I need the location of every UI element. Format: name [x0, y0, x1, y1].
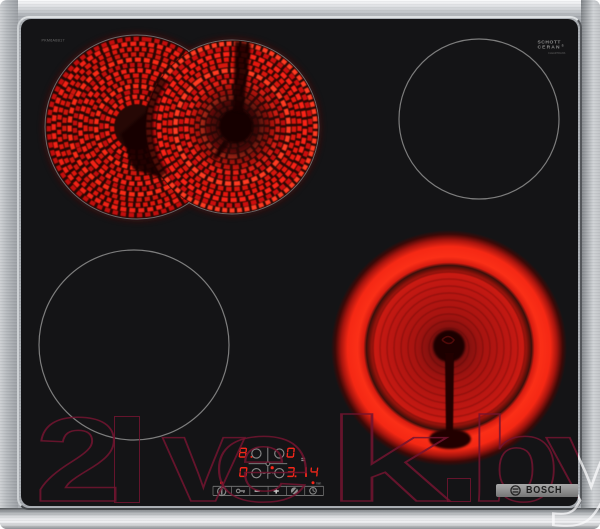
- svg-text:SCHOTT: SCHOTT: [538, 40, 561, 46]
- svg-text:CLEARTRANS: CLEARTRANS: [548, 51, 566, 55]
- svg-text:®: ®: [562, 44, 565, 48]
- svg-text:min: min: [316, 481, 322, 485]
- svg-text:PKM6A6B17: PKM6A6B17: [42, 39, 65, 43]
- svg-text:CERAN: CERAN: [538, 45, 561, 51]
